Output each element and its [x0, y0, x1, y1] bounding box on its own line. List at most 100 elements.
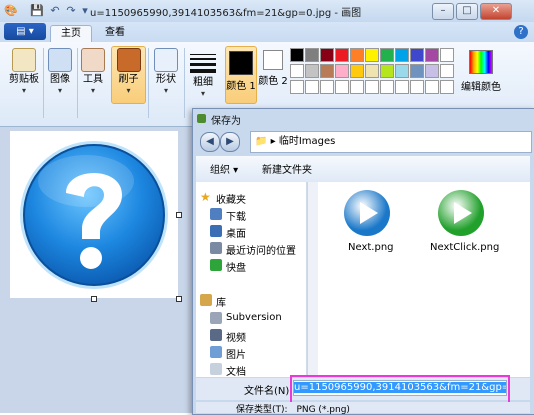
library-icon	[200, 294, 212, 306]
palette-color-swatch[interactable]	[380, 80, 394, 94]
palette-color-swatch[interactable]	[335, 80, 349, 94]
help-icon[interactable]: ?	[514, 25, 528, 39]
kuaipan-icon	[210, 259, 222, 271]
palette-color-swatch[interactable]	[395, 48, 409, 62]
dialog-title: 保存为	[211, 116, 241, 127]
tab-home[interactable]: 主页	[50, 25, 92, 42]
resize-handle[interactable]	[176, 296, 182, 302]
palette-color-swatch[interactable]	[365, 64, 379, 78]
nav-subversion[interactable]: Subversion	[226, 312, 282, 323]
image-label: 图像	[50, 74, 70, 85]
chevron-down-icon: ▾	[200, 89, 205, 98]
filename-label: 文件名(N):	[244, 386, 293, 397]
palette-color-swatch[interactable]	[305, 64, 319, 78]
color2-swatch	[263, 50, 283, 70]
palette-color-swatch[interactable]	[365, 48, 379, 62]
palette-color-swatch[interactable]	[290, 48, 304, 62]
nav-pictures[interactable]: 图片	[226, 346, 246, 361]
address-bar-row: ◀ ▶ 📁 ▸ 临时Images	[196, 128, 532, 154]
palette-color-swatch[interactable]	[305, 80, 319, 94]
play-blue-icon	[344, 190, 390, 236]
close-button[interactable]: ✕	[480, 3, 512, 20]
edit-colors-label: 编辑颜色	[461, 82, 501, 93]
undo-icon[interactable]: ↶	[48, 4, 62, 18]
new-folder-button[interactable]: 新建文件夹	[262, 161, 312, 176]
minimize-button[interactable]: –	[432, 3, 454, 20]
palette-color-swatch[interactable]	[320, 80, 334, 94]
shapes-icon	[154, 48, 178, 72]
palette-color-swatch[interactable]	[410, 64, 424, 78]
color1-button[interactable]: 颜色 1	[225, 46, 257, 104]
color1-label: 颜色 1	[226, 81, 256, 92]
palette-color-swatch[interactable]	[410, 48, 424, 62]
palette-color-swatch[interactable]	[350, 64, 364, 78]
color-palette	[290, 48, 456, 98]
shapes-button[interactable]: 形状 ▾	[151, 44, 181, 122]
image-button[interactable]: 图像 ▾	[45, 44, 75, 122]
tools-button[interactable]: 工具 ▾	[78, 44, 108, 122]
palette-color-swatch[interactable]	[380, 64, 394, 78]
edit-colors-button[interactable]: 编辑颜色	[456, 46, 506, 102]
chevron-down-icon: ▾	[21, 86, 26, 95]
nav-recent[interactable]: 最近访问的位置	[226, 242, 296, 257]
palette-color-swatch[interactable]	[410, 80, 424, 94]
back-button[interactable]: ◀	[200, 132, 220, 152]
color2-label: 颜色 2	[258, 76, 288, 87]
nav-library[interactable]: 库	[216, 294, 226, 309]
nav-desktop[interactable]: 桌面	[226, 225, 246, 240]
chevron-down-icon: ▾	[163, 86, 168, 95]
filetype-label: 保存类型(T):	[236, 405, 288, 415]
palette-color-swatch[interactable]	[425, 48, 439, 62]
save-icon[interactable]: 💾	[30, 4, 44, 18]
desktop-icon	[210, 225, 222, 237]
color2-button[interactable]: 颜色 2	[258, 46, 288, 102]
tab-view[interactable]: 查看	[95, 25, 135, 41]
nav-favorites[interactable]: 收藏夹	[216, 191, 246, 206]
filetype-row[interactable]: 保存类型(T): PNG (*.png)	[196, 402, 530, 415]
address-bar[interactable]: 📁 ▸ 临时Images	[250, 131, 532, 153]
shapes-label: 形状	[156, 74, 176, 85]
app-menu-button[interactable]: ▤ ▾	[4, 23, 46, 40]
palette-color-swatch[interactable]	[335, 64, 349, 78]
palette-color-swatch[interactable]	[395, 80, 409, 94]
palette-color-swatch[interactable]	[380, 48, 394, 62]
palette-color-swatch[interactable]	[350, 48, 364, 62]
paint-app-icon[interactable]: 🎨	[4, 4, 18, 18]
resize-handle[interactable]	[91, 296, 97, 302]
forward-button[interactable]: ▶	[220, 132, 240, 152]
palette-color-swatch[interactable]	[440, 64, 454, 78]
clipboard-label: 剪贴板	[9, 74, 39, 85]
palette-color-swatch[interactable]	[440, 80, 454, 94]
clipboard-button[interactable]: 剪贴板 ▾	[6, 44, 42, 122]
canvas[interactable]	[10, 131, 178, 298]
palette-color-swatch[interactable]	[395, 64, 409, 78]
question-mark-icon	[20, 141, 168, 289]
palette-color-swatch[interactable]	[365, 80, 379, 94]
nav-documents[interactable]: 文档	[226, 363, 246, 378]
documents-icon	[210, 363, 222, 375]
palette-color-swatch[interactable]	[425, 80, 439, 94]
nav-kuaipan[interactable]: 快盘	[226, 259, 246, 274]
maximize-button[interactable]: □	[456, 3, 478, 20]
palette-color-swatch[interactable]	[320, 64, 334, 78]
palette-color-swatch[interactable]	[290, 64, 304, 78]
redo-icon[interactable]: ↷	[64, 4, 78, 18]
navigation-scrollbar[interactable]	[307, 182, 318, 377]
folder-icon: 📁 ▸	[255, 136, 279, 147]
palette-color-swatch[interactable]	[425, 64, 439, 78]
palette-color-swatch[interactable]	[320, 48, 334, 62]
window-title: u=1150965990,3914103563&fm=21&gp=0.jpg -…	[90, 8, 362, 19]
folder-icon	[210, 312, 222, 324]
palette-color-swatch[interactable]	[290, 80, 304, 94]
nav-videos[interactable]: 视频	[226, 329, 246, 344]
palette-color-swatch[interactable]	[350, 80, 364, 94]
organize-button[interactable]: 组织 ▾	[210, 161, 238, 176]
file-list: Next.png NextClick.png	[318, 182, 530, 377]
nav-downloads[interactable]: 下载	[226, 208, 246, 223]
palette-color-swatch[interactable]	[335, 48, 349, 62]
file-name: Next.png	[348, 242, 394, 253]
resize-handle[interactable]	[176, 212, 182, 218]
brushes-group[interactable]: 刷子 ▾	[111, 44, 146, 122]
palette-color-swatch[interactable]	[440, 48, 454, 62]
palette-color-swatch[interactable]	[305, 48, 319, 62]
